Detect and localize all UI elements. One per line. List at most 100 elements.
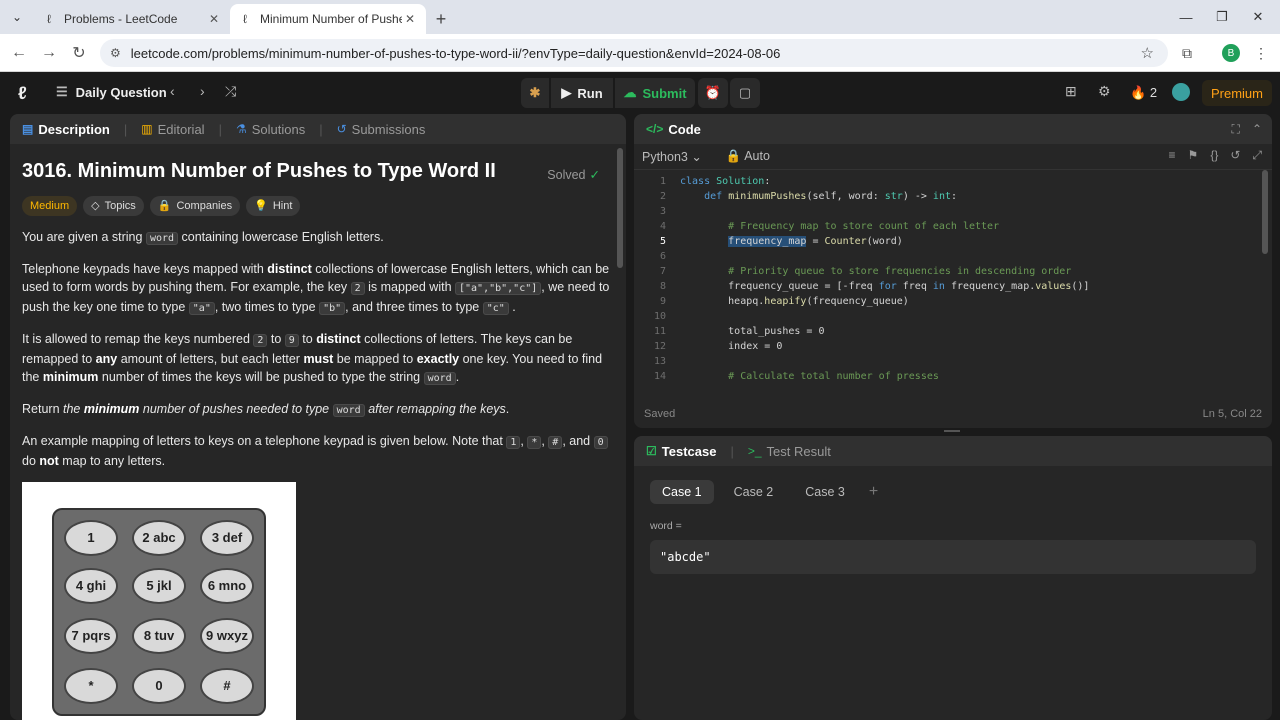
description-scrollbar[interactable] xyxy=(617,148,623,268)
collapse-icon[interactable]: ⌃ xyxy=(1252,122,1262,137)
tab-editorial[interactable]: ▥ Editorial xyxy=(141,122,204,137)
browser-tab-current[interactable]: ℓ Minimum Number of Pushes to ✕ xyxy=(230,4,426,34)
format-icon[interactable]: ≡ xyxy=(1169,148,1176,163)
add-case-icon[interactable]: + xyxy=(869,483,878,501)
streak-counter[interactable]: 🔥 2 xyxy=(1130,85,1157,101)
timer-icon[interactable]: ⏰ xyxy=(698,78,728,108)
back-icon[interactable]: ← xyxy=(4,38,34,68)
debug-icon[interactable]: ✱ xyxy=(521,78,549,108)
code-text: class Solution: xyxy=(680,176,771,187)
close-tab-icon[interactable]: ✕ xyxy=(402,12,418,26)
chip-label: Topics xyxy=(104,200,136,212)
new-tab-button[interactable]: + xyxy=(426,4,456,34)
close-tab-icon[interactable]: ✕ xyxy=(206,12,222,26)
code-text: frequency_map = Counter(word) xyxy=(728,236,903,247)
code-scrollbar[interactable] xyxy=(1262,170,1268,254)
extensions-icon[interactable]: ⧉ xyxy=(1172,38,1202,68)
check-circle-icon: ✓ xyxy=(589,168,600,182)
url-input[interactable]: ⚙ leetcode.com/problems/minimum-number-o… xyxy=(100,39,1168,67)
keypad-image: 1 2 abc 3 def 4 ghi 5 jkl 6 mno 7 pqrs 8… xyxy=(22,482,296,720)
auto-mode[interactable]: 🔒 Auto xyxy=(726,149,770,164)
text: An example mapping of letters to keys on… xyxy=(22,434,507,448)
problem-title[interactable]: 3016. Minimum Number of Pushes to Type W… xyxy=(22,161,614,181)
tab-solutions[interactable]: ⚗ Solutions xyxy=(236,122,305,137)
line-number: 14 xyxy=(653,371,666,382)
bold-text: any xyxy=(95,352,118,366)
line-number: 12 xyxy=(653,341,666,352)
submit-button[interactable]: ☁ Submit xyxy=(615,78,695,108)
notes-icon[interactable]: ▢ xyxy=(730,78,760,108)
editor-icons: ≡ ⚑ {} ↺ ⤢ xyxy=(1169,148,1262,163)
braces-icon[interactable]: {} xyxy=(1210,148,1218,163)
list-icon: ☰ xyxy=(56,84,68,99)
inline-code: * xyxy=(527,436,542,449)
site-info-icon[interactable]: ⚙ xyxy=(110,46,121,60)
bookmark-icon[interactable]: ⚑ xyxy=(1188,148,1199,163)
browser-tab-problems[interactable]: ℓ Problems - LeetCode ✕ xyxy=(34,4,230,34)
line-number: 5 xyxy=(659,236,666,247)
language-select[interactable]: Python3 ⌄ xyxy=(642,149,702,164)
text: is mapped with xyxy=(364,280,455,294)
code-line: 2 def minimumPushes(self, word: str) -> … xyxy=(634,191,1260,206)
bookmark-star-icon[interactable]: ☆ xyxy=(1141,44,1154,62)
tab-label: Testcase xyxy=(661,443,717,459)
line-number: 11 xyxy=(653,326,666,337)
next-problem-icon[interactable]: › xyxy=(200,83,205,99)
case-1-tab[interactable]: Case 1 xyxy=(650,480,714,504)
case-3-tab[interactable]: Case 3 xyxy=(793,480,857,504)
tag-icon: ◇ xyxy=(91,200,100,212)
tab-test-result[interactable]: >_ Test Result xyxy=(748,444,831,459)
maximize-icon[interactable]: ❐ xyxy=(1204,0,1240,34)
text: . xyxy=(455,370,460,384)
tab-search-icon[interactable]: ⌄ xyxy=(0,0,34,34)
address-bar: ← → ↻ ⚙ leetcode.com/problems/minimum-nu… xyxy=(0,34,1280,72)
code-panel-header: </> Code ⛶ ⌃ xyxy=(634,114,1272,144)
keypad-key: 0 xyxy=(132,668,186,704)
companies-chip[interactable]: 🔒 Companies xyxy=(149,196,241,216)
reload-icon[interactable]: ↻ xyxy=(64,38,94,68)
chip-label: Medium xyxy=(30,200,70,212)
tab-testcase[interactable]: ☑ Testcase xyxy=(646,444,716,459)
code-editor[interactable]: 1 class Solution: 2 def minimumPushes(sel… xyxy=(634,170,1272,400)
inline-code: ["a","b","c"] xyxy=(455,282,542,295)
browser-tab-bar: ⌄ ℓ Problems - LeetCode ✕ ℓ Minimum Numb… xyxy=(0,0,1280,34)
case-2-tab[interactable]: Case 2 xyxy=(722,480,786,504)
tab-description[interactable]: ▤ Description xyxy=(22,122,110,137)
shuffle-icon[interactable]: ⤮ xyxy=(225,83,236,100)
hint-chip[interactable]: 💡 Hint xyxy=(246,196,301,216)
forward-icon[interactable]: → xyxy=(34,38,64,68)
user-avatar[interactable] xyxy=(1172,83,1190,101)
prev-problem-icon[interactable]: ‹ xyxy=(170,83,175,99)
tab-label: Test Result xyxy=(766,443,831,459)
run-toolbar: ✱ ▶ Run ☁ Submit xyxy=(521,78,695,108)
code-line: 10 xyxy=(634,311,1260,326)
panel-resize-handle[interactable] xyxy=(944,430,960,432)
reset-icon[interactable]: ↺ xyxy=(1230,148,1240,163)
tab-submissions[interactable]: ↺ Submissions xyxy=(337,122,426,137)
topics-chip[interactable]: ◇ Topics xyxy=(83,196,144,216)
layout-icon[interactable]: ⊞ xyxy=(1065,83,1077,100)
daily-question-link[interactable]: ☰ Daily Question xyxy=(56,84,167,100)
code-comment: # Priority queue to store frequencies in… xyxy=(680,266,1072,277)
close-window-icon[interactable]: ✕ xyxy=(1240,0,1276,34)
lightbulb-icon: 💡 xyxy=(254,200,268,212)
book-icon: ▥ xyxy=(141,122,153,136)
tab-code[interactable]: </> Code xyxy=(646,122,701,137)
inline-code: "a" xyxy=(188,302,215,315)
browser-menu-icon[interactable]: ⋮ xyxy=(1246,38,1276,68)
premium-button[interactable]: Premium xyxy=(1202,80,1272,106)
inline-code: 0 xyxy=(593,436,608,449)
profile-avatar[interactable]: B xyxy=(1222,44,1240,62)
premium-label: Premium xyxy=(1210,85,1263,101)
minimize-icon[interactable]: — xyxy=(1168,0,1204,34)
settings-gear-icon[interactable]: ⚙ xyxy=(1098,83,1111,100)
inline-code: word xyxy=(145,232,179,245)
code-line: 7 # Priority queue to store frequencies … xyxy=(634,266,1260,281)
expand-icon[interactable]: ⛶ xyxy=(1232,122,1240,137)
leetcode-logo-icon[interactable]: ℓ xyxy=(18,83,38,103)
variable-input[interactable]: "abcde" xyxy=(650,540,1256,574)
run-button[interactable]: ▶ Run xyxy=(551,78,613,108)
tab-label: Solutions xyxy=(251,121,306,137)
tab-divider: | xyxy=(319,121,323,137)
fullscreen-icon[interactable]: ⤢ xyxy=(1252,148,1262,163)
